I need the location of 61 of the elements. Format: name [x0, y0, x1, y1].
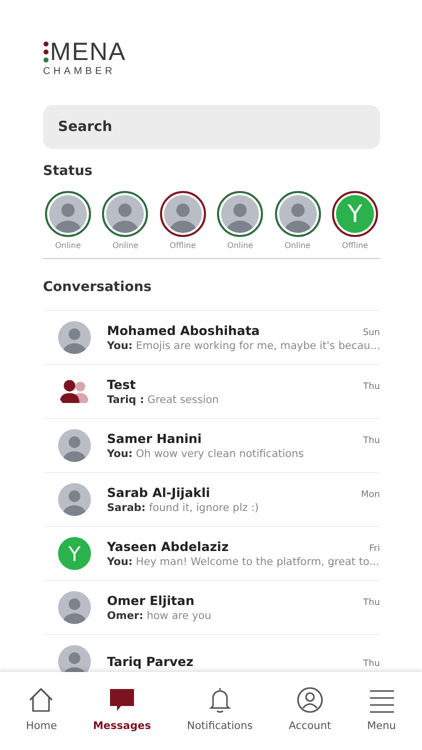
- contact-name: Samer Hanini: [107, 431, 202, 446]
- status-avatar[interactable]: [45, 191, 91, 237]
- status-label: Online: [227, 241, 254, 250]
- avatar-icon: [106, 195, 144, 233]
- message-preview: Tariq : Great session: [107, 394, 220, 406]
- status-label: Online: [112, 241, 138, 250]
- conversation-row[interactable]: Y Yaseen Abdelaziz Fri You: Hey man! Welcome to the platform, great to...: [43, 527, 380, 581]
- message-time: Fri: [369, 544, 380, 554]
- avatar-icon: [164, 195, 202, 233]
- nav-tab[interactable]: Notifications: [187, 686, 253, 732]
- message-preview: You: Emojis are working for me, maybe it's becau...: [107, 340, 380, 352]
- avatar-icon: [278, 195, 317, 233]
- contact-name: Test: [107, 377, 136, 392]
- logo-subtitle: CHAMBER: [43, 66, 116, 77]
- status-label: Offline: [342, 241, 368, 250]
- home-icon: [27, 686, 56, 714]
- avatar-icon: [221, 195, 260, 233]
- conversation-row[interactable]: Test Thu Tariq : Great session: [43, 365, 380, 419]
- contact-name: Sarab Al-Jijakli: [107, 485, 210, 500]
- message-time: Thu: [363, 382, 380, 392]
- conversation-row[interactable]: Sarab Al-Jijakli Mon Sarab: found it, ignore plz :): [43, 473, 380, 527]
- nav-tab[interactable]: Account: [288, 686, 332, 732]
- nav-tab[interactable]: Menu: [367, 686, 396, 732]
- nav-tab[interactable]: Home: [26, 686, 57, 732]
- contact-name: Tariq Parvez: [107, 654, 194, 669]
- status-label: Offline: [170, 241, 196, 250]
- status-label: Online: [55, 241, 81, 250]
- avatar-icon: [58, 429, 91, 462]
- message-preview: You: Hey man! Welcome to the platform, great to...: [107, 556, 380, 568]
- search-field[interactable]: Search: [43, 105, 380, 149]
- status-avatar[interactable]: [274, 191, 321, 237]
- logo-title: MENA: [50, 40, 126, 64]
- message-time: Mon: [361, 490, 380, 500]
- letter-avatar: Y: [58, 537, 91, 570]
- status-label: Online: [284, 241, 310, 250]
- logo-mark-icon: [43, 41, 49, 63]
- message-preview: You: Oh wow very clean notifications: [107, 448, 305, 460]
- avatar-icon: [58, 591, 91, 624]
- message-time: Sun: [362, 328, 380, 338]
- avatar-icon: [49, 195, 87, 233]
- message-time: Thu: [363, 598, 380, 608]
- account-icon: [296, 686, 324, 714]
- message-time: Thu: [363, 436, 380, 446]
- status-avatar[interactable]: [102, 191, 148, 237]
- contact-name: Mohamed Aboshihata: [107, 323, 260, 338]
- avatar-icon: [58, 321, 91, 354]
- conversation-row[interactable]: Samer Hanini Thu You: Oh wow very clean notifications: [43, 419, 380, 473]
- conversation-row[interactable]: Mohamed Aboshihata Sun You: Emojis are working for me, maybe it's becau...: [43, 311, 380, 365]
- message-preview: Sarab: found it, ignore plz :): [107, 502, 260, 514]
- avatar-icon: [58, 645, 91, 672]
- contact-name: Yaseen Abdelaziz: [107, 539, 229, 554]
- nav-tab[interactable]: Messages: [92, 686, 152, 732]
- avatar-icon: [58, 483, 91, 516]
- message-preview: Omer: how are you: [107, 610, 212, 622]
- status-avatar[interactable]: [217, 191, 264, 237]
- section-heading: Conversations: [43, 279, 153, 295]
- section-heading: Status: [43, 163, 94, 179]
- conversation-row[interactable]: Omer Eljitan Thu Omer: how are you: [43, 581, 380, 635]
- status-avatar[interactable]: [160, 191, 206, 237]
- message-time: Thu: [363, 659, 380, 669]
- contact-name: Omer Eljitan: [107, 593, 194, 608]
